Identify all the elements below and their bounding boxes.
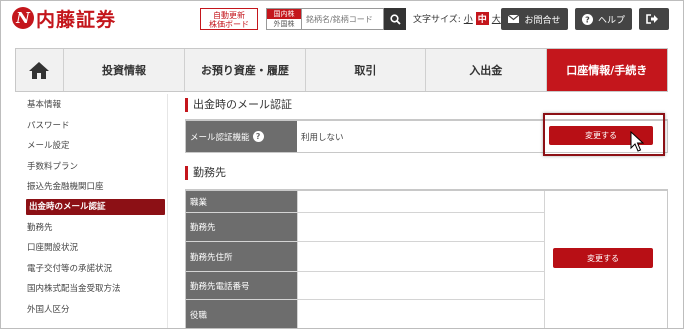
font-size-small[interactable]: 小 <box>464 12 473 25</box>
sidebar-item-dividend-method[interactable]: 国内株式配当金受取方法 <box>27 281 121 297</box>
font-size-medium[interactable]: 中 <box>475 11 489 25</box>
table-row: 役職 <box>186 300 544 328</box>
mail-auth-label-cell: メール認証機能 ? <box>186 121 297 152</box>
workplace-value-occupation <box>297 191 544 212</box>
nav-deposit-withdrawal[interactable]: 入出金 <box>426 49 547 91</box>
header: N 内藤証券 自動更新 株価ボード 国内株 外国株 文字サイズ: 小 中 大 <box>1 1 683 39</box>
font-size-label: 文字サイズ: <box>413 14 461 25</box>
main-nav: 投資情報 お預り資産・履歴 取引 入出金 口座情報/手続き <box>15 48 668 92</box>
app-window: N 内藤証券 自動更新 株価ボード 国内株 外国株 文字サイズ: 小 中 大 <box>0 0 684 329</box>
mail-auth-label: メール認証機能 <box>190 132 250 143</box>
stock-search-input[interactable] <box>302 8 384 30</box>
font-size-control: 文字サイズ: 小 中 大 <box>413 11 501 25</box>
sidebar-item-bank-account[interactable]: 振込先金融機関口座 <box>27 179 104 195</box>
market-select[interactable]: 国内株 外国株 <box>266 8 302 30</box>
svg-text:?: ? <box>585 15 590 24</box>
contact-button[interactable]: お問合せ <box>501 8 568 30</box>
workplace-value-company <box>297 213 544 241</box>
question-icon: ? <box>581 13 593 25</box>
logo[interactable]: N 内藤証券 <box>12 7 117 31</box>
sidebar-item-fee-plan[interactable]: 手数料プラン <box>27 159 78 175</box>
market-option-foreign[interactable]: 外国株 <box>267 19 301 29</box>
section-title-mail-auth: 出金時のメール認証 <box>185 98 292 112</box>
workplace-label-position: 役職 <box>186 300 297 328</box>
logout-icon <box>645 14 658 24</box>
mail-auth-value: 利用しない <box>301 132 344 143</box>
table-row: 勤務先 <box>186 213 544 242</box>
workplace-value-position <box>297 300 544 328</box>
market-option-domestic[interactable]: 国内株 <box>267 9 301 19</box>
table-row: 勤務先電話番号 <box>186 272 544 300</box>
table-row: 勤務先住所 <box>186 242 544 272</box>
nav-home[interactable] <box>16 49 64 91</box>
help-label: ヘルプ <box>597 15 625 26</box>
section-title-workplace: 勤務先 <box>185 166 226 180</box>
sidebar-item-withdrawal-mail-auth[interactable]: 出金時のメール認証 <box>26 199 165 215</box>
sidebar-item-e-delivery[interactable]: 電子交付等の承諾状況 <box>27 261 112 277</box>
logo-mark-icon: N <box>12 7 34 29</box>
workplace-label-address: 勤務先住所 <box>186 242 297 271</box>
table-row: 職業 <box>186 191 544 213</box>
sidebar-item-mail-settings[interactable]: メール設定 <box>27 138 70 154</box>
search-icon <box>389 13 401 25</box>
sidebar-item-basic-info[interactable]: 基本情報 <box>27 97 61 113</box>
logout-button[interactable] <box>639 8 669 30</box>
auto-update-line1: 自動更新 <box>213 11 245 20</box>
change-workplace-button[interactable]: 変更する <box>553 248 653 268</box>
home-icon <box>29 61 50 79</box>
nav-investment-info[interactable]: 投資情報 <box>64 49 186 91</box>
contact-label: お問合せ <box>524 15 561 26</box>
font-size-large[interactable]: 大 <box>492 12 501 25</box>
sidebar-item-password[interactable]: パスワード <box>27 118 70 134</box>
help-question-icon[interactable]: ? <box>252 131 264 142</box>
sidebar-item-foreigner-class[interactable]: 外国人区分 <box>27 302 70 318</box>
sidebar-item-workplace[interactable]: 勤務先 <box>27 220 53 236</box>
sidebar: 基本情報 パスワード メール設定 手数料プラン 振込先金融機関口座 出金時のメー… <box>15 94 168 328</box>
logo-text: 内藤証券 <box>36 8 117 31</box>
nav-trade[interactable]: 取引 <box>306 49 427 91</box>
nav-assets-history[interactable]: お預り資産・履歴 <box>185 49 306 91</box>
auto-update-line2: 株価ボード <box>209 20 249 29</box>
workplace-label-company: 勤務先 <box>186 213 297 241</box>
nav-account-info[interactable]: 口座情報/手続き <box>546 49 667 91</box>
workplace-label-occupation: 職業 <box>186 191 297 212</box>
auto-update-board-button[interactable]: 自動更新 株価ボード <box>200 8 258 30</box>
workplace-label-phone: 勤務先電話番号 <box>186 272 297 299</box>
workplace-value-phone <box>297 272 544 299</box>
mail-icon <box>508 15 520 23</box>
search-button[interactable] <box>384 8 406 30</box>
sidebar-item-account-status[interactable]: 口座開設状況 <box>27 240 78 256</box>
workplace-value-address <box>297 242 544 271</box>
help-button[interactable]: ? ヘルプ <box>575 8 632 30</box>
mouse-cursor-icon <box>630 131 644 152</box>
